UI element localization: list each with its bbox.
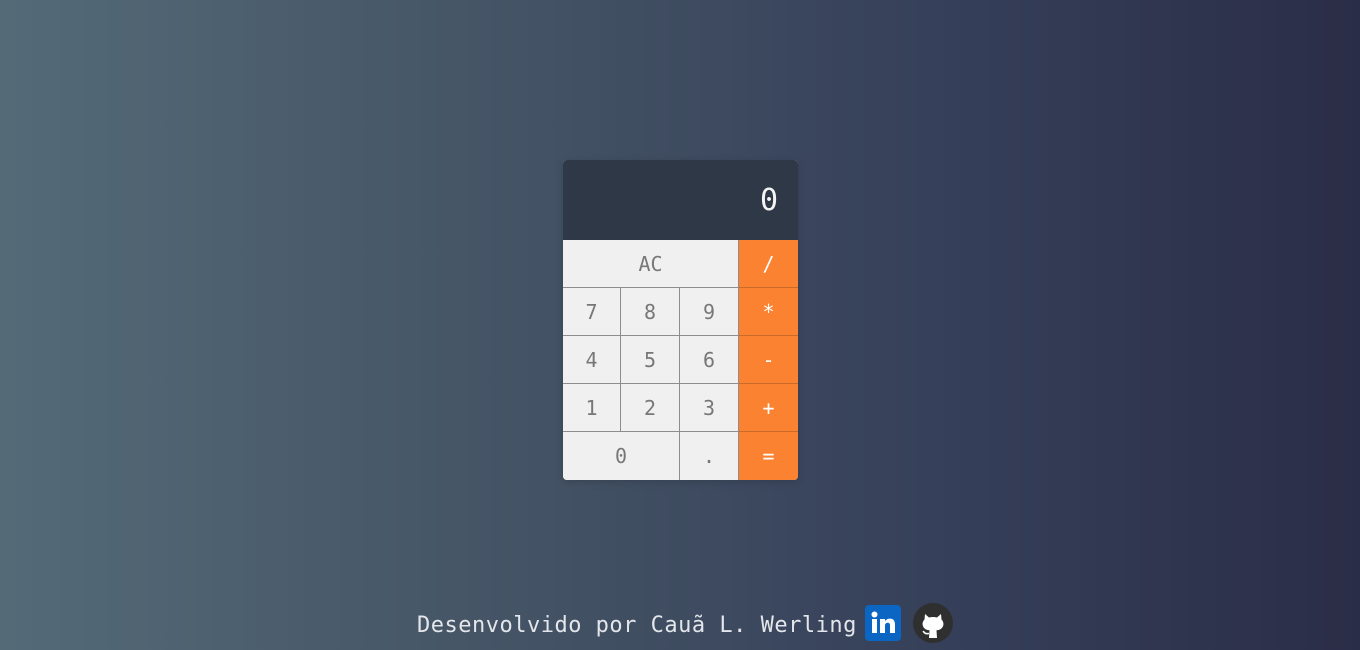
equals-button[interactable]: = (739, 432, 798, 480)
linkedin-icon[interactable] (864, 605, 901, 641)
digit-2-button[interactable]: 2 (621, 384, 680, 432)
digit-6-button[interactable]: 6 (680, 336, 739, 384)
subtract-button[interactable]: - (739, 336, 798, 384)
digit-9-button[interactable]: 9 (680, 288, 739, 336)
divide-button[interactable]: / (739, 240, 798, 288)
digit-8-button[interactable]: 8 (621, 288, 680, 336)
footer-credit: Desenvolvido por Cauã L. Werling (417, 612, 857, 638)
calculator-keypad: AC / 7 8 9 * 4 5 6 - 1 2 3 + 0 . = (563, 240, 798, 480)
digit-1-button[interactable]: 1 (563, 384, 621, 432)
calculator-display: 0 (563, 160, 798, 240)
display-value: 0 (759, 182, 778, 218)
digit-7-button[interactable]: 7 (563, 288, 621, 336)
decimal-button[interactable]: . (680, 432, 739, 480)
digit-0-button[interactable]: 0 (563, 432, 680, 480)
linkedin-glyph (871, 611, 895, 633)
multiply-button[interactable]: * (739, 288, 798, 336)
calculator: 0 AC / 7 8 9 * 4 5 6 - 1 2 3 + 0 . = (563, 160, 798, 480)
github-glyph (922, 614, 944, 638)
footer: Desenvolvido por Cauã L. Werling (417, 598, 953, 648)
github-icon[interactable] (912, 603, 953, 643)
digit-4-button[interactable]: 4 (563, 336, 621, 384)
add-button[interactable]: + (739, 384, 798, 432)
clear-button[interactable]: AC (563, 240, 739, 288)
digit-5-button[interactable]: 5 (621, 336, 680, 384)
digit-3-button[interactable]: 3 (680, 384, 739, 432)
